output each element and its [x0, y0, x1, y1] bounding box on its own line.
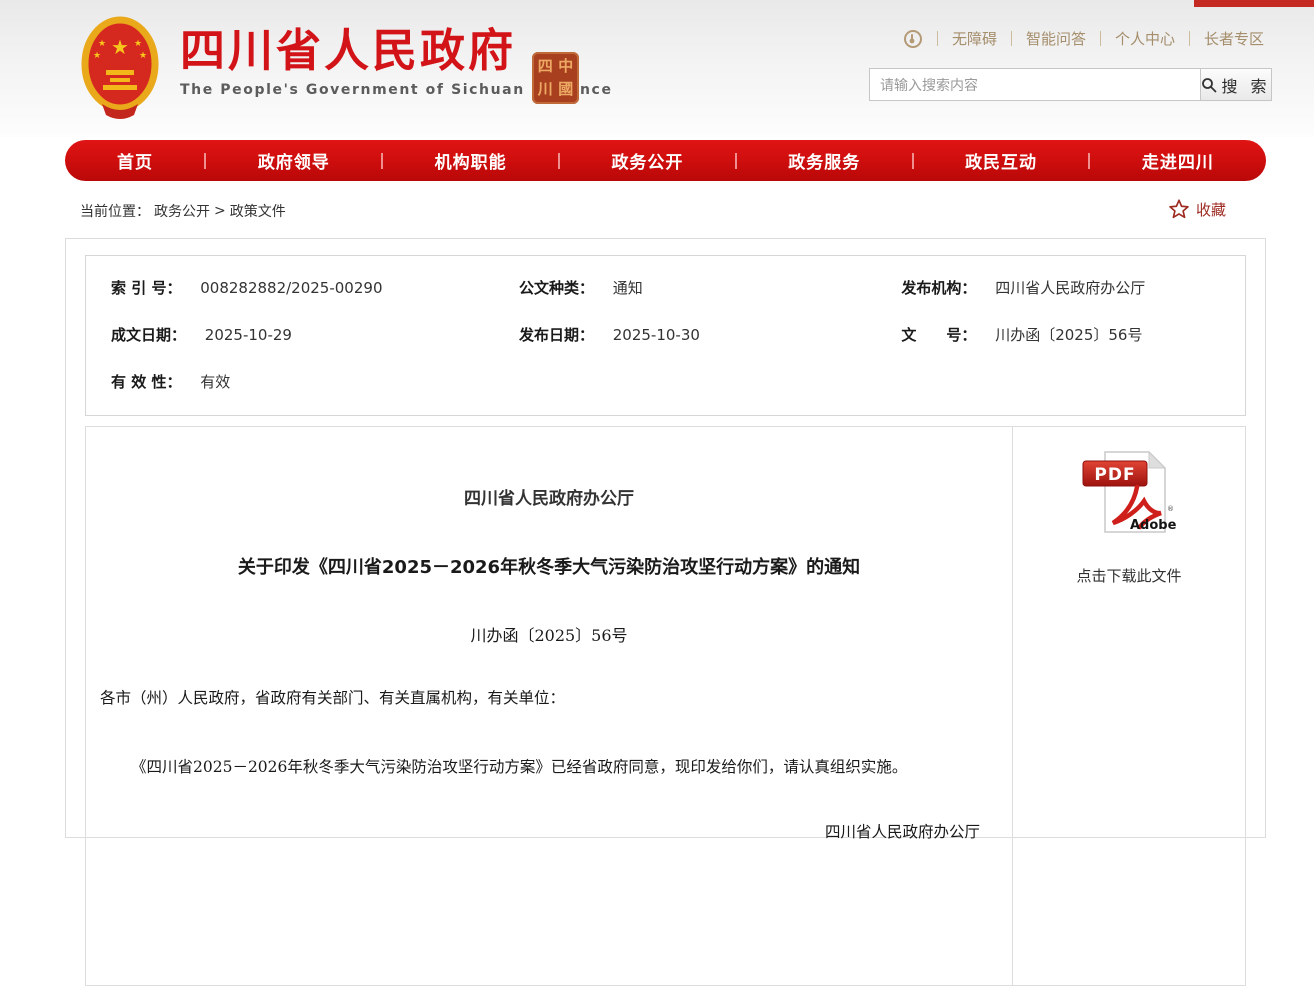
- national-emblem-logo: ★ ★ ★ ★ ★: [80, 14, 160, 120]
- breadcrumb-separator: >: [214, 203, 226, 219]
- china-sichuan-seal: 四 中 川 國: [532, 52, 579, 104]
- meta-label: 发布日期：: [519, 326, 594, 344]
- document-number: 川办函〔2025〕56号: [100, 622, 998, 646]
- nav-item-into-sichuan[interactable]: 走进四川: [1142, 148, 1214, 173]
- nav-item-home[interactable]: 首页: [117, 148, 153, 173]
- divider: [937, 31, 938, 46]
- content-container: 索 引 号： 008282882/2025-00290 公文种类： 通知 发布机…: [65, 238, 1266, 838]
- search-input[interactable]: [869, 68, 1201, 101]
- seal-char: 四: [538, 59, 553, 74]
- adobe-label: Adobe: [1130, 518, 1177, 533]
- divider: [912, 153, 914, 169]
- meta-value: 四川省人民政府办公厅: [995, 279, 1145, 297]
- meta-issuing-agency: 发布机构： 四川省人民政府办公厅: [876, 264, 1245, 311]
- search-button-label: 搜 索: [1221, 73, 1270, 97]
- link-accessibility[interactable]: 无障碍: [952, 28, 997, 49]
- favorite-label: 收藏: [1196, 199, 1226, 220]
- decorative-red-strip: [1194, 0, 1314, 7]
- svg-text:★: ★: [139, 51, 147, 61]
- meta-value: 通知: [613, 279, 643, 297]
- meta-publish-date: 发布日期： 2025-10-30: [494, 311, 876, 358]
- nav-item-public-interaction[interactable]: 政民互动: [965, 148, 1037, 173]
- breadcrumb: 当前位置： 政务公开 > 政策文件: [80, 201, 286, 221]
- divider: [381, 153, 383, 169]
- document-body-paragraph: 《四川省2025－2026年秋冬季大气污染防治攻坚行动方案》已经省政府同意，现印…: [100, 754, 998, 780]
- search-button[interactable]: 搜 索: [1200, 68, 1272, 101]
- breadcrumb-label: 当前位置：: [80, 201, 150, 221]
- nav-item-institutional-functions[interactable]: 机构职能: [435, 148, 507, 173]
- search-bar: 搜 索: [869, 68, 1272, 101]
- divider: [558, 153, 560, 169]
- seal-char: 川: [538, 82, 553, 97]
- download-file-link[interactable]: 点击下载此文件: [1013, 565, 1245, 586]
- meta-label: 成文日期：: [111, 326, 186, 344]
- document-org-title: 四川省人民政府办公厅: [100, 484, 998, 509]
- meta-doc-type: 公文种类： 通知: [494, 264, 876, 311]
- document-title: 关于印发《四川省2025－2026年秋冬季大气污染防治攻坚行动方案》的通知: [100, 553, 998, 579]
- meta-label: 索 引 号：: [111, 279, 181, 297]
- divider: [1100, 31, 1101, 46]
- meta-value: 川办函〔2025〕56号: [995, 326, 1142, 344]
- document-content: 四川省人民政府办公厅 关于印发《四川省2025－2026年秋冬季大气污染防治攻坚…: [86, 427, 1012, 985]
- meta-label: 有 效 性：: [111, 373, 181, 391]
- link-senior-zone[interactable]: 长者专区: [1204, 28, 1264, 49]
- star-icon: [1168, 198, 1190, 220]
- meta-doc-number: 文 号： 川办函〔2025〕56号: [876, 311, 1245, 358]
- audio-accessibility-icon[interactable]: [903, 29, 923, 49]
- divider: [204, 153, 206, 169]
- meta-value: 有效: [200, 373, 230, 391]
- download-sidebar: PDF Adobe ® 点击下载此文件: [1012, 427, 1245, 985]
- seal-char: 中: [558, 59, 573, 74]
- meta-value: 008282882/2025-00290: [200, 279, 382, 297]
- main-navigation: 首页 政府领导 机构职能 政务公开 政务服务 政民互动 走进四川: [65, 140, 1266, 181]
- svg-text:★: ★: [98, 39, 106, 49]
- nav-item-gov-info-disclosure[interactable]: 政务公开: [611, 148, 683, 173]
- pdf-file-icon[interactable]: PDF Adobe ®: [1081, 449, 1177, 541]
- search-icon: [1201, 77, 1217, 93]
- divider: [1011, 31, 1012, 46]
- svg-text:★: ★: [93, 51, 101, 61]
- meta-value: 2025-10-29: [205, 326, 292, 344]
- link-smart-qa[interactable]: 智能问答: [1026, 28, 1086, 49]
- divider: [1088, 153, 1090, 169]
- link-personal-center[interactable]: 个人中心: [1115, 28, 1175, 49]
- favorite-button[interactable]: 收藏: [1168, 198, 1226, 220]
- pdf-ribbon-label: PDF: [1094, 465, 1135, 485]
- document-meta-table: 索 引 号： 008282882/2025-00290 公文种类： 通知 发布机…: [85, 255, 1246, 416]
- meta-written-date: 成文日期： 2025-10-29: [86, 311, 494, 358]
- svg-text:★: ★: [111, 35, 129, 59]
- document-salutation: 各市（州）人民政府，省政府有关部门、有关直属机构，有关单位：: [100, 686, 998, 708]
- nav-item-government-leaders[interactable]: 政府领导: [258, 148, 330, 173]
- meta-validity: 有 效 性： 有效: [86, 358, 494, 405]
- breadcrumb-item-gov-info[interactable]: 政务公开: [154, 201, 210, 221]
- quick-links-bar: 无障碍 智能问答 个人中心 长者专区: [903, 28, 1264, 49]
- document-signature: 四川省人民政府办公厅: [100, 820, 998, 842]
- site-header: ★ ★ ★ ★ ★ 四川省人民政府 The People's Governmen…: [0, 0, 1314, 137]
- breadcrumb-item-policy-files[interactable]: 政策文件: [230, 201, 286, 221]
- meta-label: 公文种类：: [519, 279, 594, 297]
- document-viewer: 四川省人民政府办公厅 关于印发《四川省2025－2026年秋冬季大气污染防治攻坚…: [85, 426, 1246, 986]
- seal-char: 國: [558, 82, 573, 97]
- meta-index-number: 索 引 号： 008282882/2025-00290: [86, 264, 494, 311]
- meta-label: 文 号：: [901, 326, 976, 344]
- meta-value: 2025-10-30: [613, 326, 700, 344]
- meta-label: 发布机构：: [901, 279, 976, 297]
- svg-text:®: ®: [1167, 505, 1174, 513]
- divider: [735, 153, 737, 169]
- svg-text:★: ★: [134, 39, 142, 49]
- nav-item-gov-services[interactable]: 政务服务: [788, 148, 860, 173]
- divider: [1189, 31, 1190, 46]
